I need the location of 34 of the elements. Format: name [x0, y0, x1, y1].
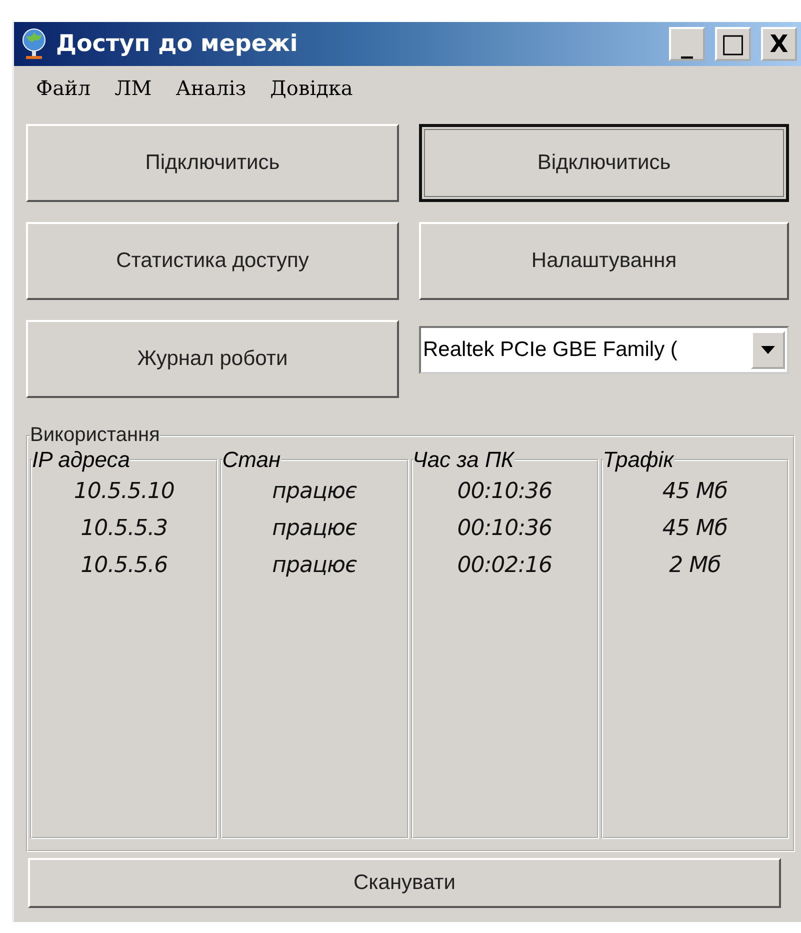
- scan-button[interactable]: Сканувати: [28, 858, 781, 908]
- column-header: Час за ПК: [412, 447, 514, 473]
- table-cell-text: 45 Мб: [662, 478, 728, 506]
- column-header: Стан: [222, 447, 281, 473]
- table-cell-text: 10.5.5.6: [80, 552, 168, 580]
- table-cell-text: 00:02:16: [457, 552, 552, 580]
- column-header: IP адреса: [32, 447, 130, 473]
- table-cell-text: працює: [272, 478, 357, 506]
- table-cell-text: 00:10:36: [457, 478, 552, 506]
- action-button[interactable]: Підключитись: [26, 124, 399, 202]
- action-button[interactable]: Відключитись: [419, 124, 789, 202]
- menu-item[interactable]: ЛМ: [114, 76, 152, 116]
- adapter-dropdown[interactable]: Realtek PCIe GBE Family (: [419, 326, 789, 374]
- menu-item[interactable]: Файл: [36, 76, 91, 116]
- table-cell-text: 10.5.5.3: [80, 515, 168, 543]
- action-button[interactable]: Статистика доступу: [26, 222, 399, 300]
- window-title: Доступ до мережі: [56, 31, 299, 57]
- action-button[interactable]: Налаштування: [419, 222, 789, 300]
- menu-item[interactable]: Аналіз: [176, 76, 246, 116]
- close-button[interactable]: X: [761, 27, 797, 61]
- maximize-button[interactable]: □: [715, 27, 751, 61]
- table-cell-text: працює: [272, 552, 357, 580]
- minimize-button[interactable]: _: [669, 27, 705, 61]
- action-button[interactable]: Журнал роботи: [26, 320, 399, 398]
- table-cell-text: 00:10:36: [457, 515, 552, 543]
- table-cell-text: 45 Мб: [662, 515, 728, 543]
- group-title: Використання: [30, 424, 160, 447]
- column-header: Трафік: [602, 447, 674, 473]
- table-cell-text: 10.5.5.10: [74, 478, 174, 506]
- table-cell-text: працює: [272, 515, 357, 543]
- menu-item[interactable]: Довідка: [270, 76, 353, 116]
- globe-icon: [20, 28, 48, 60]
- dropdown-arrow-icon: [761, 346, 775, 354]
- table-cell-text: 2 Мб: [669, 552, 721, 580]
